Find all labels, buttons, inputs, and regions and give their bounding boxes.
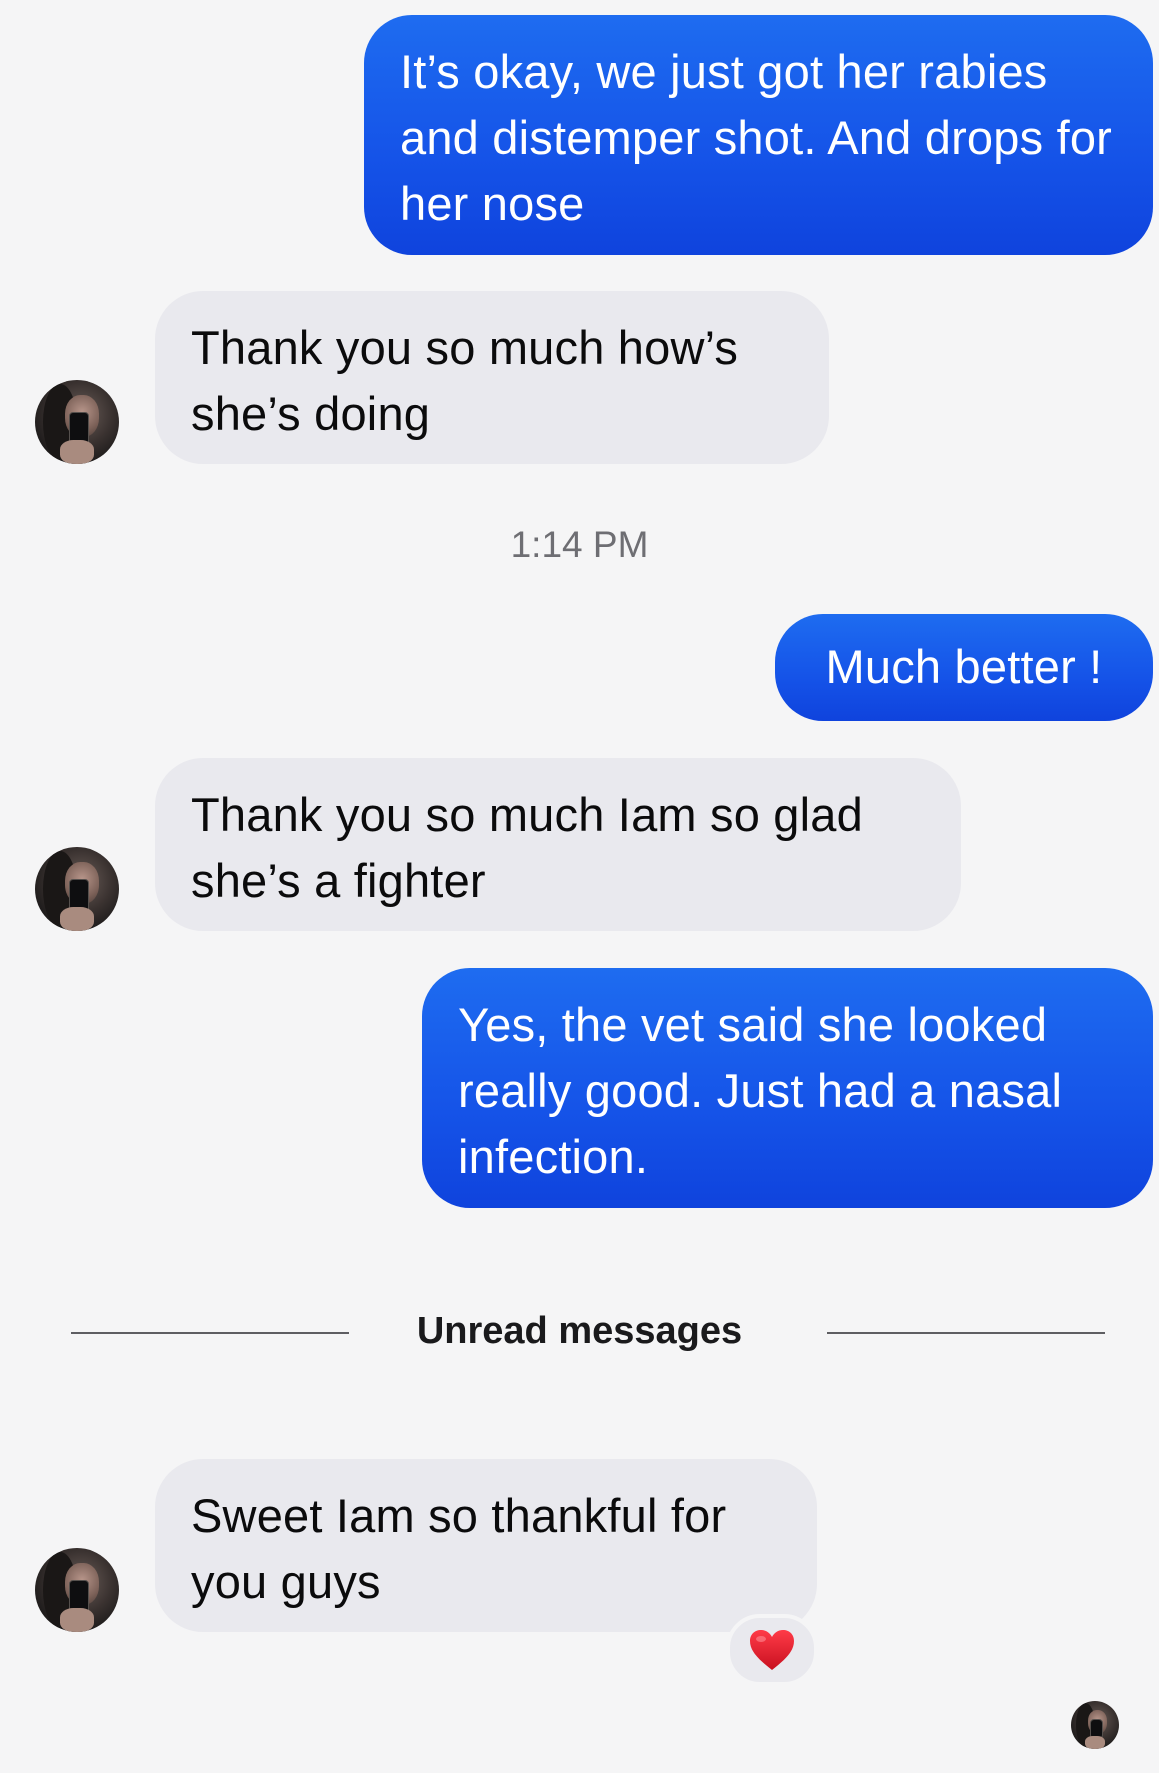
heart-icon <box>750 1630 794 1670</box>
contact-avatar[interactable] <box>35 380 119 464</box>
outgoing-message[interactable]: Yes, the vet said she looked really good… <box>422 968 1153 1208</box>
message-text: Thank you so much how’s she’s doing <box>191 321 739 440</box>
message-text: Much better ! <box>825 640 1103 693</box>
message-text: Yes, the vet said she looked really good… <box>458 998 1063 1183</box>
contact-avatar[interactable] <box>35 1548 119 1632</box>
incoming-message[interactable]: Sweet Iam so thankful for you guys <box>155 1459 817 1632</box>
message-text: Sweet Iam so thankful for you guys <box>191 1489 727 1608</box>
incoming-message[interactable]: Thank you so much how’s she’s doing <box>155 291 829 464</box>
message-text: It’s okay, we just got her rabies and di… <box>400 45 1113 230</box>
read-receipt-avatar <box>1071 1701 1119 1749</box>
contact-avatar[interactable] <box>35 847 119 931</box>
outgoing-message[interactable]: Much better ! <box>775 614 1153 721</box>
outgoing-message[interactable]: It’s okay, we just got her rabies and di… <box>364 15 1153 255</box>
reaction-badge[interactable] <box>726 1614 818 1686</box>
message-text: Thank you so much Iam so glad she’s a fi… <box>191 788 863 907</box>
divider-line-right <box>827 1332 1105 1334</box>
message-timestamp: 1:14 PM <box>510 524 649 565</box>
incoming-message[interactable]: Thank you so much Iam so glad she’s a fi… <box>155 758 961 931</box>
